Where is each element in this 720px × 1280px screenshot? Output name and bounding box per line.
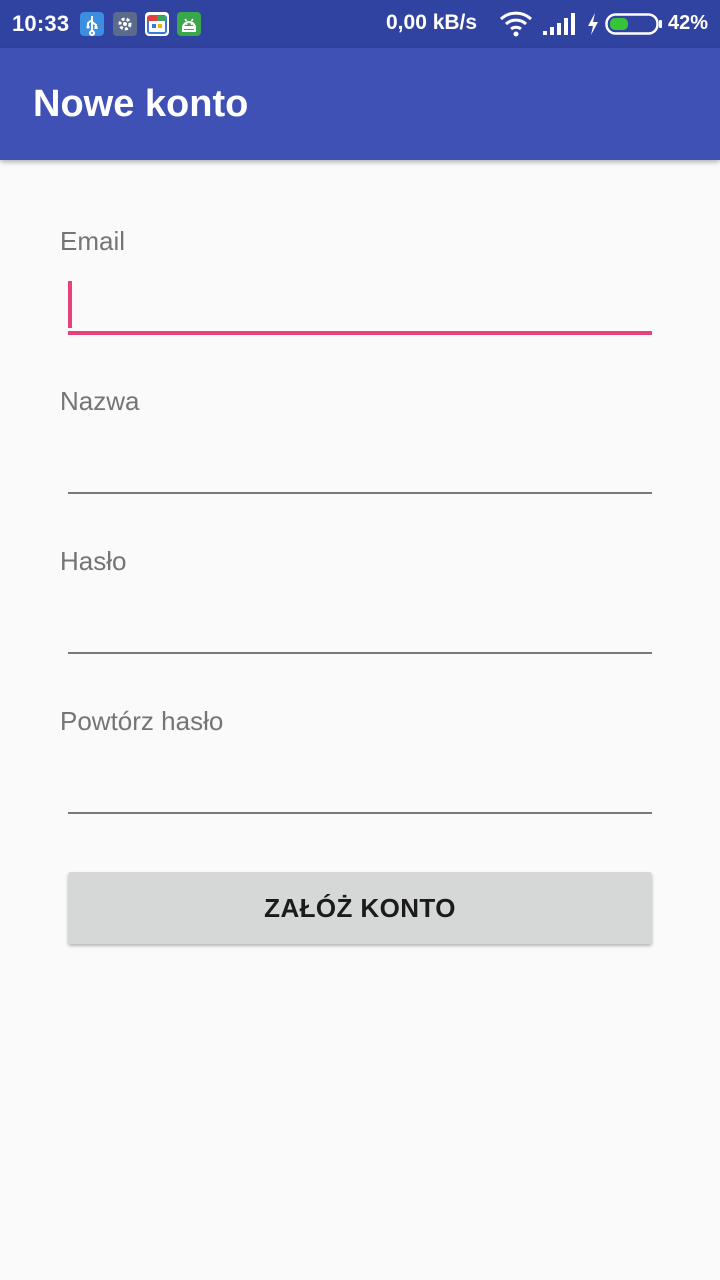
name-underline xyxy=(68,492,652,494)
create-account-button[interactable]: ZAŁÓŻ KONTO xyxy=(68,872,652,944)
name-label: Nazwa xyxy=(60,386,140,416)
password-label: Hasło xyxy=(60,546,127,576)
calendar-notification-icon xyxy=(145,12,169,36)
email-field[interactable] xyxy=(68,286,652,326)
email-underline xyxy=(68,331,652,335)
repeat-password-label: Powtórz hasło xyxy=(60,706,224,736)
text-cursor xyxy=(68,281,72,328)
name-field[interactable] xyxy=(68,446,652,486)
app-bar: Nowe konto xyxy=(0,48,720,160)
status-time: 10:33 xyxy=(12,11,70,36)
settings-notification-icon xyxy=(113,12,137,36)
wifi-icon xyxy=(499,10,533,43)
android-notification-icon xyxy=(177,12,201,36)
signal-icon xyxy=(542,12,576,41)
charging-icon xyxy=(586,12,600,41)
network-speed: 0,00 kB/s xyxy=(386,11,478,34)
status-bar: 10:33 0,00 kB/s 42% xyxy=(0,0,720,48)
repeat-password-field[interactable] xyxy=(68,766,652,806)
battery-icon xyxy=(605,12,663,41)
usb-icon xyxy=(80,12,104,36)
password-field[interactable] xyxy=(68,606,652,646)
email-label: Email xyxy=(60,226,126,256)
password-underline xyxy=(68,652,652,654)
page-title: Nowe konto xyxy=(33,83,249,125)
repeat-password-underline xyxy=(68,812,652,814)
battery-percent: 42% xyxy=(668,12,709,34)
